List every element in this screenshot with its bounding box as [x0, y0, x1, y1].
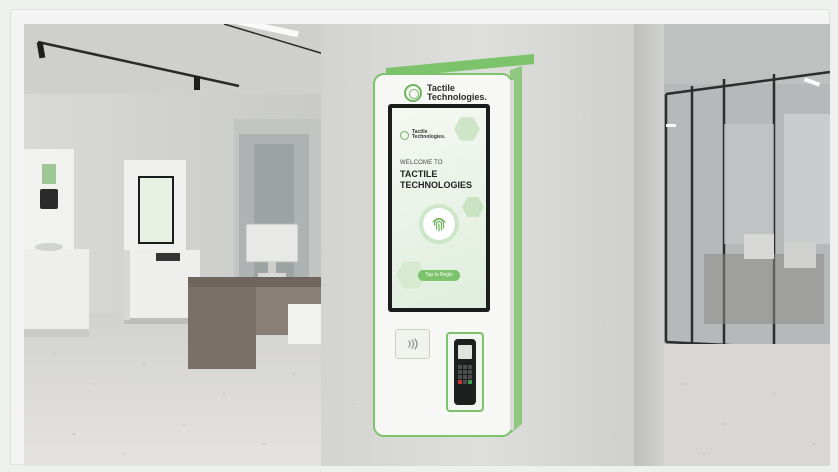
- screen-brand-line2: Technologies.: [412, 134, 446, 140]
- screen-title-line2: TECHNOLOGIES: [400, 180, 473, 190]
- screen-display: Tactile Technologies. WELCOME TO TACTILE…: [392, 108, 486, 308]
- card-terminal[interactable]: [446, 332, 484, 412]
- kiosk-brand-line2: Technologies.: [427, 92, 487, 102]
- tactile-logo-icon: [404, 84, 422, 102]
- screen-logo: Tactile Technologies.: [400, 130, 445, 140]
- kiosk-screen: Tactile Technologies. WELCOME TO TACTILE…: [388, 104, 490, 312]
- pin-pad-keys: [458, 365, 472, 384]
- screen-decor-hex-top: [454, 117, 480, 141]
- pin-pad[interactable]: [454, 339, 476, 405]
- screen-title-line1: TACTILE: [400, 169, 438, 179]
- screen-welcome: WELCOME TO: [400, 160, 443, 166]
- contactless-reader[interactable]: [395, 329, 430, 359]
- pin-pad-screen: [458, 345, 472, 359]
- screen-decor-hex-right: [462, 197, 484, 217]
- photo-scene: Tactile Technologies. Tactile Technologi…: [24, 24, 830, 466]
- contactless-icon: [406, 338, 420, 350]
- fingerprint-icon[interactable]: [423, 208, 455, 240]
- kiosk-header-logo: Tactile Technologies.: [404, 84, 487, 102]
- tap-to-begin-button[interactable]: Tap to Begin: [418, 270, 460, 281]
- screen-logo-icon: [400, 130, 409, 140]
